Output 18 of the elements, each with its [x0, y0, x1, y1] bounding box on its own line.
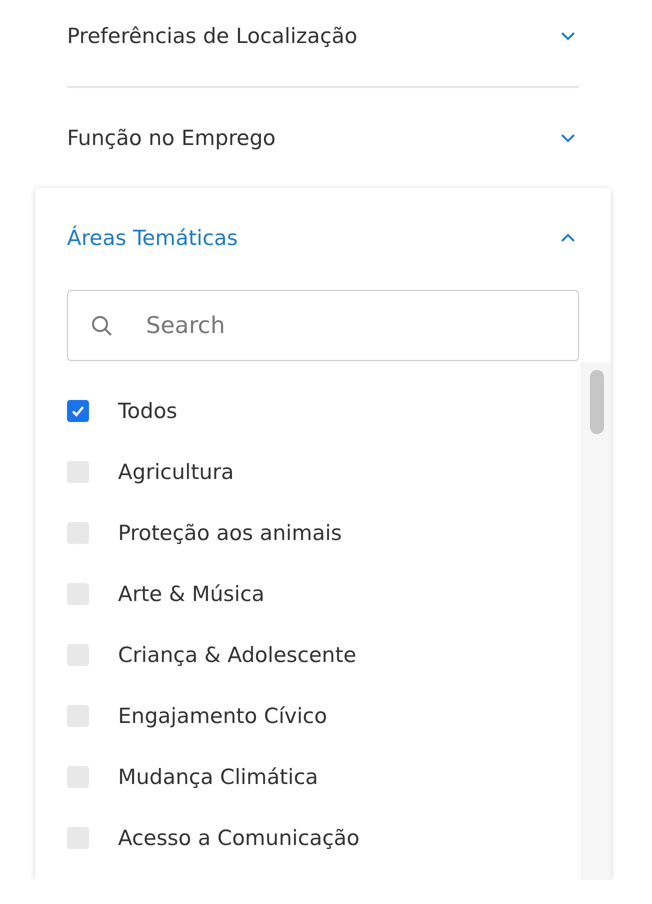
option-label: Mudança Climática — [118, 764, 318, 788]
option-label: Engajamento Cívico — [118, 704, 328, 728]
section-header[interactable]: Função no Emprego — [67, 102, 579, 174]
option-label: Acesso a Comunicação — [118, 826, 360, 850]
option-label: Agricultura — [118, 460, 234, 484]
chevron-down-icon — [560, 31, 576, 41]
section-header[interactable]: Áreas Temáticas — [67, 202, 579, 274]
chevron-down-icon — [560, 133, 576, 143]
search-field[interactable]: Search — [67, 290, 579, 361]
scrollbar-thumb[interactable] — [590, 370, 604, 434]
section-header[interactable]: Preferências de Localização — [67, 0, 579, 72]
checkbox[interactable] — [67, 400, 89, 422]
search-icon — [91, 315, 113, 337]
option-label: Todos — [118, 398, 178, 422]
option-label: Proteção aos animais — [118, 520, 342, 544]
chevron-up-icon — [560, 233, 576, 243]
option-label: Arte & Música — [118, 582, 264, 606]
option-label: Criança & Adolescente — [118, 642, 356, 666]
